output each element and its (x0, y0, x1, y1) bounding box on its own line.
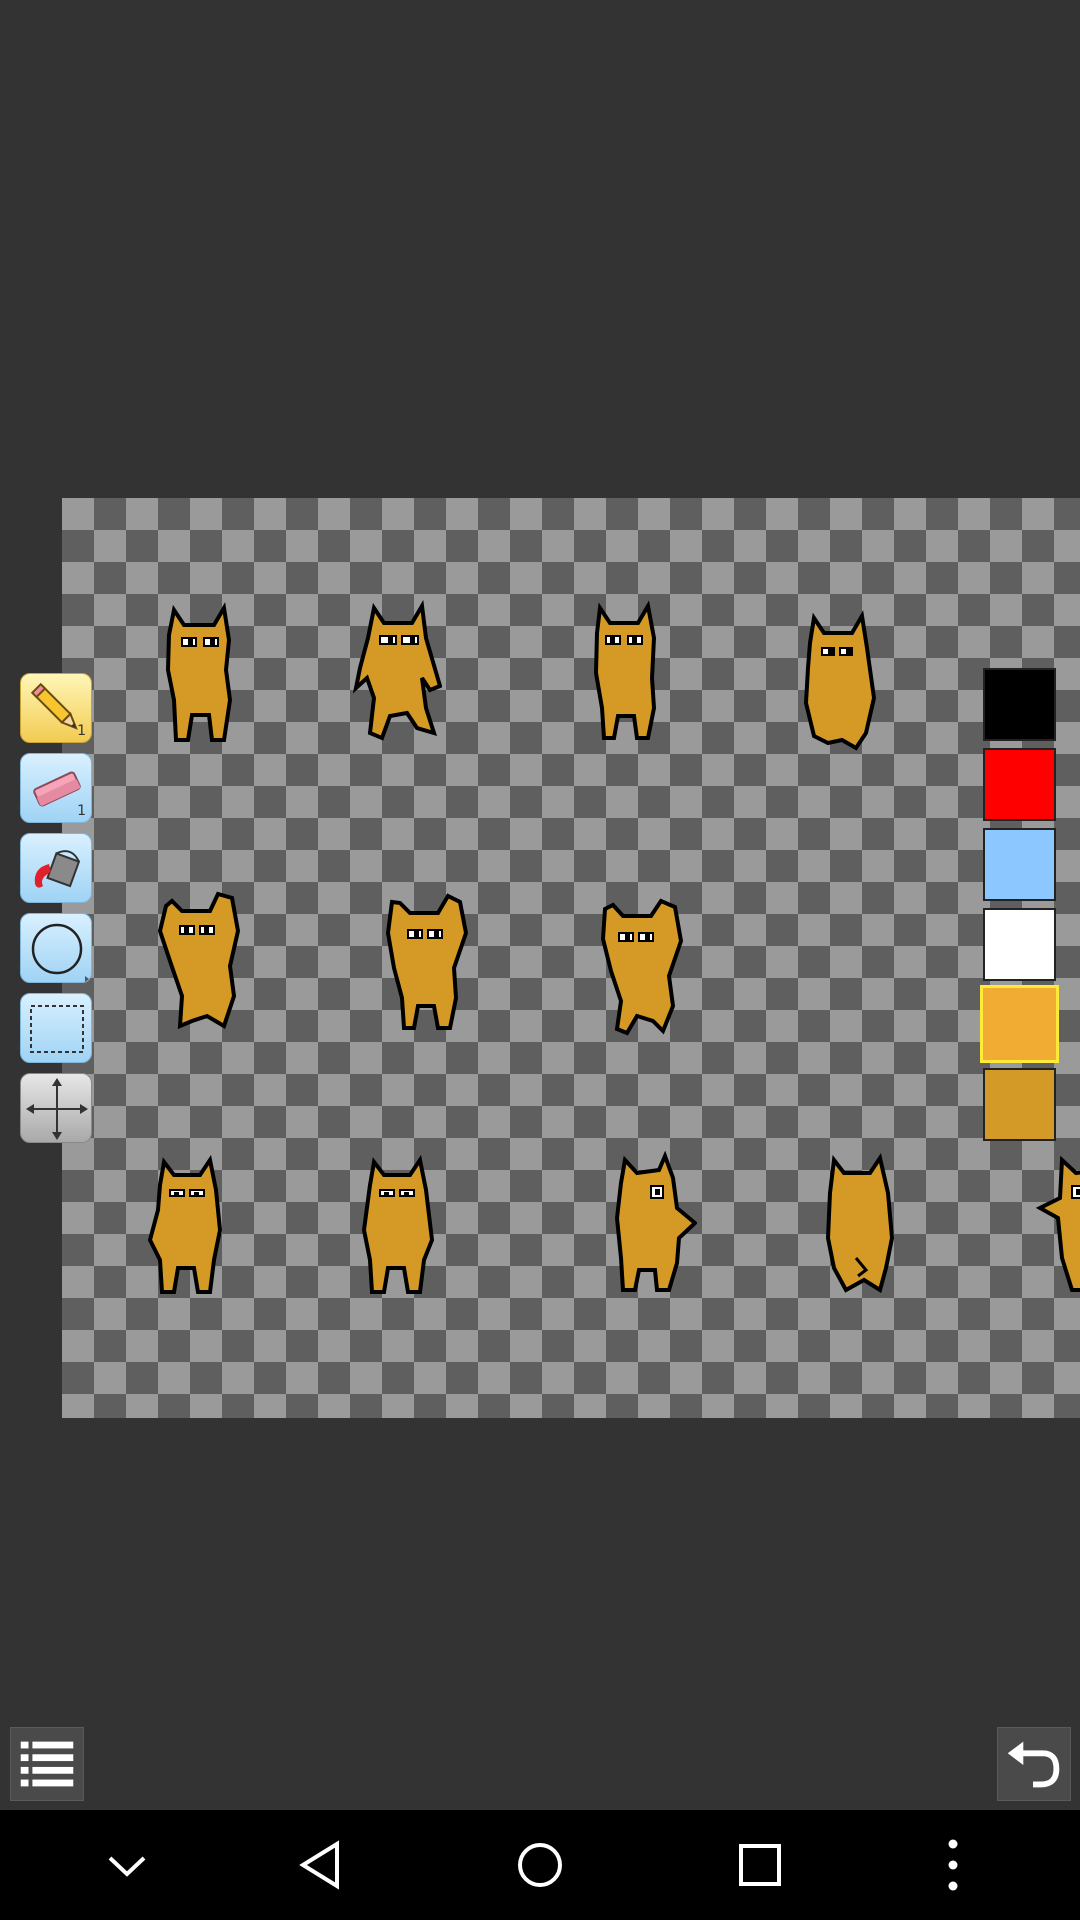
palette-swatch-white[interactable] (983, 908, 1056, 981)
pencil-size-label: 1 (77, 723, 86, 739)
fill-bucket-icon (34, 850, 81, 888)
cat-sprite (165, 602, 233, 742)
circle-tool-button[interactable] (20, 913, 92, 983)
palette-swatch-orange-selected[interactable] (980, 985, 1059, 1063)
cat-sprite (385, 893, 469, 1030)
cat-sprite (600, 898, 684, 1036)
circle-icon (31, 923, 89, 982)
cat-sprite (593, 600, 657, 740)
cat-sprite-partial (1035, 1155, 1080, 1292)
list-icon (20, 1741, 74, 1787)
palette-swatch-red[interactable] (983, 748, 1056, 821)
cat-sprite (361, 1154, 435, 1294)
cat-sprite (147, 1154, 223, 1294)
pixel-editor-screen: 1 1 (0, 0, 1080, 1920)
select-tool-button[interactable] (20, 993, 92, 1063)
drawing-canvas[interactable] (62, 498, 1080, 1418)
cat-sprite (157, 891, 241, 1030)
palette-swatch-light-blue[interactable] (983, 828, 1056, 901)
home-icon[interactable] (495, 1810, 585, 1920)
cat-sprite (352, 599, 442, 741)
fill-tool-button[interactable] (20, 833, 92, 903)
undo-icon (1007, 1741, 1060, 1788)
menu-button[interactable] (10, 1727, 84, 1801)
more-icon[interactable] (908, 1810, 998, 1920)
recents-icon[interactable] (715, 1810, 805, 1920)
back-icon[interactable] (275, 1810, 365, 1920)
system-navigation-bar (0, 1810, 1080, 1920)
cat-sprite-back (825, 1153, 895, 1294)
palette-swatch-dark-orange[interactable] (983, 1068, 1056, 1141)
palette-swatch-black[interactable] (983, 668, 1056, 741)
move-tool-button[interactable] (20, 1073, 92, 1143)
undo-button[interactable] (997, 1727, 1071, 1801)
cat-sprite (614, 1150, 697, 1292)
eraser-tool-button[interactable]: 1 (20, 753, 92, 823)
pencil-tool-button[interactable]: 1 (20, 673, 92, 743)
eraser-size-label: 1 (77, 803, 86, 819)
chevron-down-icon[interactable] (82, 1810, 172, 1920)
move-icon (26, 1078, 88, 1140)
rectangle-select-icon (30, 1005, 84, 1053)
cat-sprite (803, 610, 877, 751)
